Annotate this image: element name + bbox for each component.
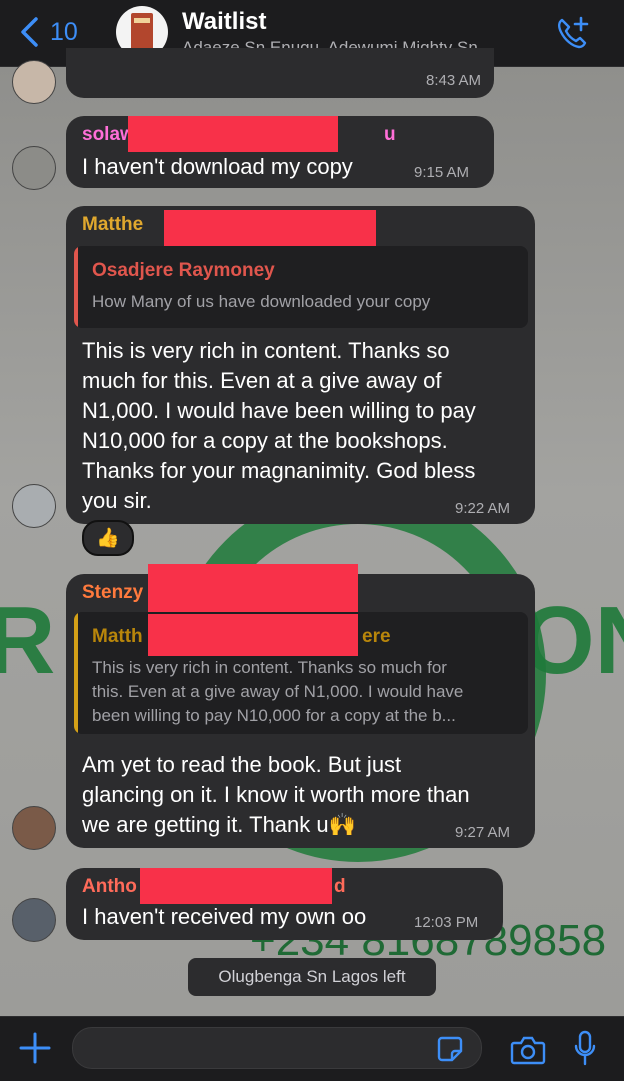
sender-name[interactable]: solaw bbox=[82, 124, 135, 146]
system-message: Olugbenga Sn Lagos left bbox=[188, 958, 436, 996]
book-cover-icon bbox=[131, 13, 153, 51]
message-input[interactable] bbox=[73, 1028, 429, 1068]
quote-sender: Osadjere Raymoney bbox=[92, 260, 275, 281]
chevron-left-icon bbox=[21, 17, 38, 47]
camera-icon[interactable] bbox=[510, 1035, 546, 1065]
quote-sender: Matth bbox=[92, 626, 143, 647]
wallpaper-text-right: ON bbox=[520, 587, 624, 694]
group-title[interactable]: Waitlist bbox=[182, 8, 266, 36]
message-field[interactable] bbox=[72, 1027, 482, 1069]
sender-name[interactable]: Stenzy bbox=[82, 582, 143, 604]
sticker-icon[interactable] bbox=[436, 1035, 464, 1063]
message-bubble[interactable]: Stenzy Matth ere This is very rich in co… bbox=[66, 564, 535, 848]
quote-text: This is very rich in content. Thanks so … bbox=[92, 658, 464, 725]
message-bubble[interactable]: solaw u I haven't download my copy 9:15 … bbox=[66, 116, 494, 188]
message-text: Am yet to read the book. But just glanci… bbox=[82, 752, 470, 837]
unread-count: 10 bbox=[50, 17, 78, 46]
reaction-badge[interactable]: 👍 bbox=[82, 520, 134, 556]
quote-text: How Many of us have downloaded your copy bbox=[92, 292, 431, 311]
message-time: 9:27 AM bbox=[455, 824, 511, 841]
add-call-icon[interactable] bbox=[554, 14, 592, 52]
message-time: 12:03 PM bbox=[414, 914, 479, 931]
sender-name-suffix: d bbox=[334, 876, 346, 897]
avatar[interactable] bbox=[12, 146, 56, 190]
avatar[interactable] bbox=[12, 484, 56, 528]
redaction-box bbox=[140, 868, 332, 904]
microphone-icon[interactable] bbox=[574, 1030, 596, 1068]
message-bubble[interactable]: Antho d I haven't received my own oo 12:… bbox=[66, 868, 503, 940]
message-time: 9:15 AM bbox=[414, 164, 470, 181]
message-bubble[interactable]: Matthe e Osadjere Raymoney How Many of u… bbox=[66, 206, 535, 524]
plus-icon[interactable] bbox=[18, 1031, 52, 1065]
back-button[interactable]: 10 bbox=[18, 16, 78, 48]
quote-bar bbox=[74, 246, 78, 328]
wallpaper-text-left: R bbox=[0, 587, 56, 694]
quote-sender-suffix: ere bbox=[362, 626, 391, 647]
sender-name-suffix: u bbox=[384, 124, 396, 145]
sender-name[interactable]: Matthe bbox=[82, 214, 143, 236]
message-text: I haven't download my copy bbox=[82, 154, 353, 179]
message-text: I haven't received my own oo bbox=[82, 904, 367, 929]
message-time: 9:22 AM bbox=[455, 500, 511, 517]
redaction-box bbox=[148, 614, 358, 656]
message-input-bar bbox=[0, 1016, 624, 1081]
quoted-message[interactable]: Osadjere Raymoney How Many of us have do… bbox=[74, 246, 528, 328]
avatar[interactable] bbox=[12, 60, 56, 104]
message-text: This is very rich in content. Thanks so … bbox=[82, 338, 476, 513]
avatar[interactable] bbox=[12, 898, 56, 942]
redaction-box bbox=[128, 116, 338, 152]
sender-name[interactable]: Antho bbox=[82, 876, 137, 898]
message-bubble[interactable]: 8:43 AM bbox=[66, 48, 494, 98]
avatar[interactable] bbox=[12, 806, 56, 850]
message-time: 8:43 AM bbox=[426, 72, 482, 89]
quote-bar bbox=[74, 612, 78, 734]
